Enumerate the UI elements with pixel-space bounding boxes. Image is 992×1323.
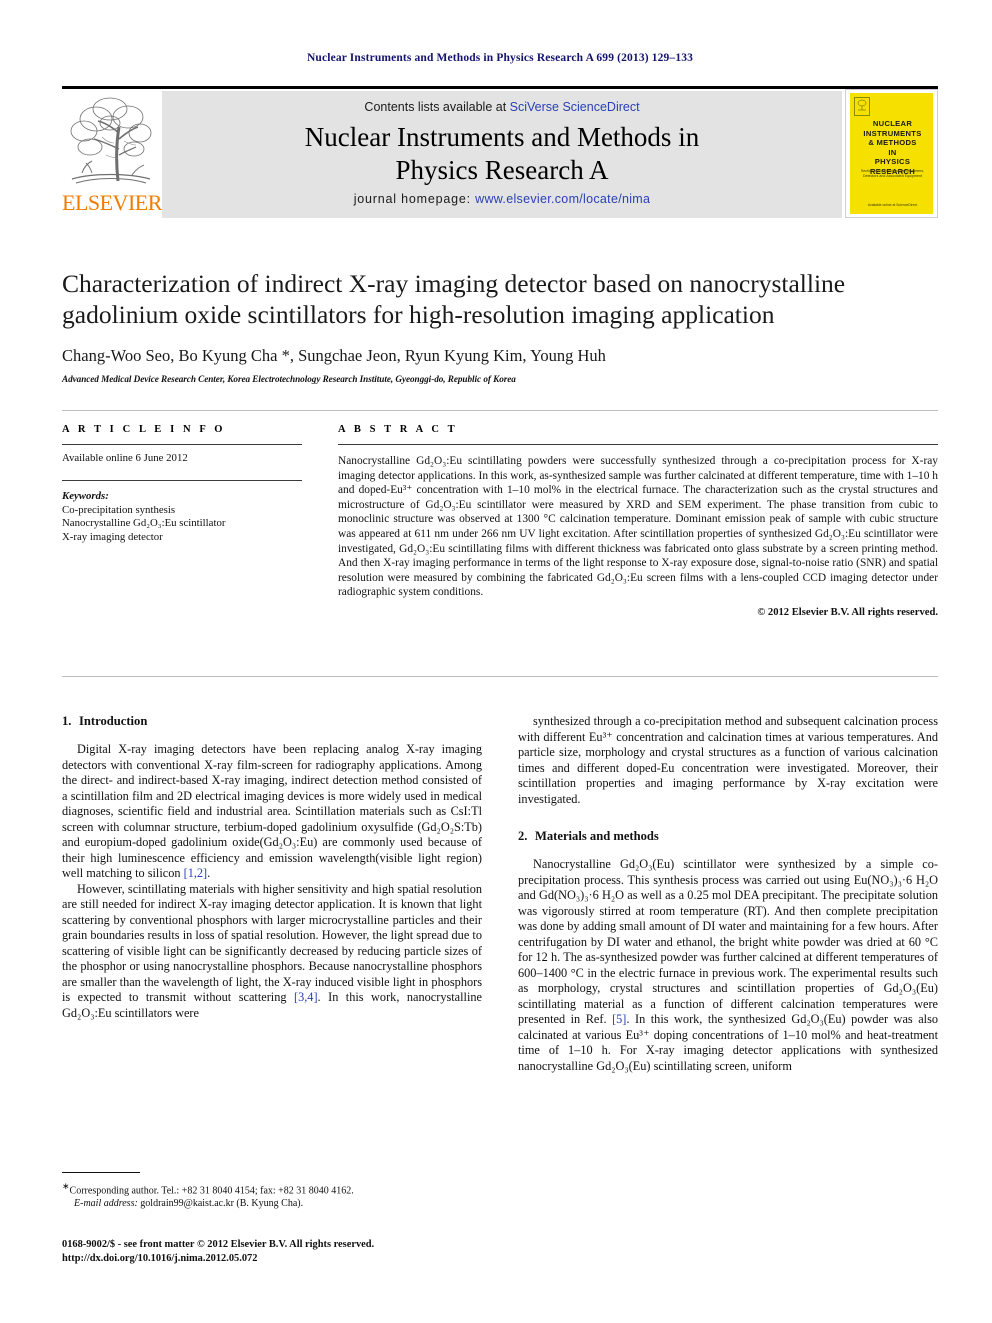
cover-title-line-1: NUCLEAR xyxy=(872,119,913,128)
section-title: Introduction xyxy=(79,714,148,728)
section-number: 2. xyxy=(518,829,528,843)
section-number: 1. xyxy=(62,714,72,728)
author-list: Chang-Woo Seo, Bo Kyung Cha *, Sungchae … xyxy=(62,346,606,365)
asterisk-icon: ∗ xyxy=(62,1181,70,1191)
imprint-block: 0168-9002/$ - see front matter © 2012 El… xyxy=(62,1238,492,1266)
affiliation: Advanced Medical Device Research Center,… xyxy=(62,374,516,384)
title-block: Characterization of indirect X-ray imagi… xyxy=(62,268,938,384)
email-note: E-mail address: goldrain99@kaist.ac.kr (… xyxy=(62,1197,482,1210)
keyword-item: X-ray imaging detector xyxy=(62,530,163,543)
citation-ref[interactable]: [3,4] xyxy=(294,990,318,1004)
copyright-line: © 2012 Elsevier B.V. All rights reserved… xyxy=(757,606,938,618)
running-head: Nuclear Instruments and Methods in Physi… xyxy=(306,52,694,64)
masthead-band: Contents lists available at SciVerse Sci… xyxy=(162,91,842,218)
abstract-text: Nanocrystalline Gd₂O₃:Eu scintillating p… xyxy=(338,455,938,599)
elsevier-logo: ELSEVIER xyxy=(62,91,162,218)
journal-cover-thumbnail[interactable]: NUCLEAR INSTRUMENTS & METHODS IN PHYSICS… xyxy=(845,89,938,218)
available-online: Available online 6 June 2012 xyxy=(62,452,188,464)
cover-title: NUCLEAR INSTRUMENTS & METHODS IN PHYSICS… xyxy=(853,119,932,176)
corresponding-author-note: ∗Corresponding author. Tel.: +82 31 8040… xyxy=(62,1180,482,1197)
cover-title-line-4: IN xyxy=(888,147,897,157)
abstract-column: A B S T R A C T Nanocrystalline Gd₂O₃:Eu… xyxy=(338,424,938,618)
keywords-label: Keywords: xyxy=(62,490,109,502)
intro-paragraph-2: However, scintillating materials with hi… xyxy=(62,881,482,1020)
paper-page: Nuclear Instruments and Methods in Physi… xyxy=(0,0,992,1323)
footnote-rule xyxy=(62,1172,140,1173)
journal-homepage-label: journal homepage: xyxy=(353,192,476,206)
section-title: Materials and methods xyxy=(535,829,659,843)
cover-title-line-3: & METHODS xyxy=(868,138,917,147)
metadata-bottom-rule xyxy=(62,676,938,677)
journal-homepage-line: journal homepage: www.elsevier.com/locat… xyxy=(162,192,842,206)
intro-paragraph-3: synthesized through a co-precipitation m… xyxy=(518,714,938,806)
body-column-right: synthesized through a co-precipitation m… xyxy=(518,714,938,1074)
column-spacer xyxy=(518,807,938,829)
abstract-rule xyxy=(338,444,938,445)
article-info-heading: A R T I C L E I N F O xyxy=(62,424,226,435)
journal-title-line1: Nuclear Instruments and Methods in xyxy=(304,122,700,152)
abstract-heading: A B S T R A C T xyxy=(338,424,458,435)
cover-title-line-2: INSTRUMENTS xyxy=(863,128,922,138)
email-label: E-mail address: xyxy=(74,1198,138,1210)
article-info-column: A R T I C L E I N F O Available online 6… xyxy=(62,424,302,544)
page-title: Characterization of indirect X-ray imagi… xyxy=(62,269,846,329)
imprint-line-1: 0168-9002/$ - see front matter © 2012 El… xyxy=(62,1239,375,1250)
corresponding-author-text: Corresponding author. Tel.: +82 31 8040 … xyxy=(69,1185,354,1197)
keyword-item: Co-precipitation synthesis xyxy=(62,503,176,516)
citation-ref[interactable]: [5] xyxy=(612,1012,626,1026)
section-heading-materials: 2. Materials and methods xyxy=(518,829,938,844)
journal-title: Nuclear Instruments and Methods in Physi… xyxy=(162,121,842,187)
keyword-item: Nanocrystalline Gd₂O₃:Eu scintillator xyxy=(62,517,226,530)
intro-paragraph-1: Digital X-ray imaging detectors have bee… xyxy=(62,742,482,880)
footnote-block: ∗Corresponding author. Tel.: +82 31 8040… xyxy=(62,1180,482,1210)
journal-masthead: ELSEVIER Contents lists available at Sci… xyxy=(62,86,938,218)
journal-cover-art: NUCLEAR INSTRUMENTS & METHODS IN PHYSICS… xyxy=(850,93,933,214)
cover-footer: Available online at ScienceDirect xyxy=(867,203,918,207)
contents-lists-prefix: Contents lists available at xyxy=(364,100,510,114)
email-address[interactable]: goldrain99@kaist.ac.kr (B. Kyung Cha). xyxy=(140,1198,303,1209)
cover-elsevier-badge-icon xyxy=(854,97,870,116)
sciencedirect-link[interactable]: SciVerse ScienceDirect xyxy=(510,100,640,114)
citation-ref[interactable]: [1,2] xyxy=(184,866,208,880)
imprint-doi[interactable]: http://dx.doi.org/10.1016/j.nima.2012.05… xyxy=(62,1252,492,1266)
journal-title-line2: Physics Research A xyxy=(395,155,609,185)
journal-homepage-link[interactable]: www.elsevier.com/locate/nima xyxy=(475,192,650,206)
materials-paragraph-1: Nanocrystalline Gd₂O₃(Eu) scintillator w… xyxy=(518,857,939,1073)
contents-lists-line: Contents lists available at SciVerse Sci… xyxy=(162,100,842,114)
article-info-rule-1 xyxy=(62,444,302,445)
metadata-top-rule xyxy=(62,410,938,411)
cover-title-line-5: PHYSICS xyxy=(874,157,911,166)
elsevier-tree-icon xyxy=(66,93,154,189)
elsevier-wordmark: ELSEVIER xyxy=(62,190,162,215)
keywords-block: Keywords: Co-precipitation synthesis Nan… xyxy=(62,490,302,544)
article-info-rule-2 xyxy=(62,480,302,481)
body-column-left: 1. Introduction Digital X-ray imaging det… xyxy=(62,714,482,1021)
cover-subtitle: Section A: Accelerators, Spectrometers, … xyxy=(860,169,925,178)
masthead-top-rule xyxy=(62,86,938,89)
section-heading-introduction: 1. Introduction xyxy=(62,714,482,729)
